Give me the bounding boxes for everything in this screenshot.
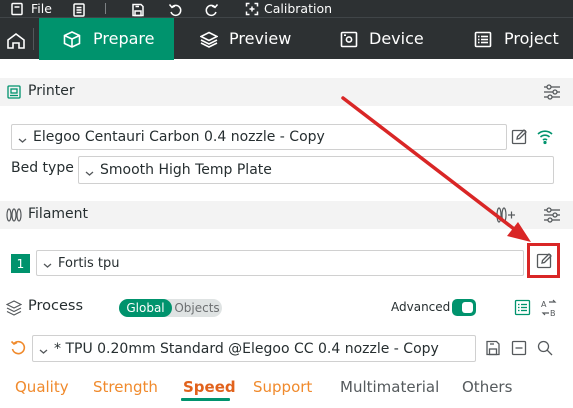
printer-section-header: Printer xyxy=(0,78,573,106)
process-preset-value: * TPU 0.20mm Standard @Elegoo CC 0.4 noz… xyxy=(54,340,439,357)
tab-prepare[interactable]: Prepare xyxy=(39,18,174,60)
menu-bar: File Calibration xyxy=(0,0,573,17)
process-preset-select[interactable]: * TPU 0.20mm Standard @Elegoo CC 0.4 noz… xyxy=(32,335,476,362)
project-icon xyxy=(474,31,492,52)
list-icon[interactable] xyxy=(514,299,531,320)
tab-support[interactable]: Support xyxy=(253,378,312,396)
compare-icon[interactable]: AB xyxy=(540,299,558,321)
file-menu-label: File xyxy=(31,1,52,16)
advanced-toggle[interactable] xyxy=(452,299,476,316)
process-section-title: Process xyxy=(28,298,84,314)
printer-select[interactable]: Elegoo Centauri Carbon 0.4 nozzle - Copy xyxy=(11,124,507,150)
active-tab-underline xyxy=(181,398,230,401)
printer-icon xyxy=(7,85,21,103)
notes-icon[interactable] xyxy=(72,1,86,18)
process-section-header: Process xyxy=(0,294,573,322)
chevron-down-icon xyxy=(18,133,27,143)
tab-strength[interactable]: Strength xyxy=(93,378,158,396)
calibration-menu[interactable]: Calibration xyxy=(245,0,332,17)
advanced-label: Advanced xyxy=(391,300,451,314)
cube-icon xyxy=(63,31,81,52)
bed-type-value: Smooth High Temp Plate xyxy=(100,162,272,178)
filament-slot-badge[interactable]: 1 xyxy=(11,254,30,273)
tab-preview[interactable]: Preview xyxy=(190,18,300,60)
filament-section-title: Filament xyxy=(28,206,89,222)
scope-switch[interactable]: Global Objects xyxy=(119,299,222,317)
filament-icon xyxy=(6,208,22,226)
tab-device-label: Device xyxy=(369,29,424,48)
chevron-down-icon xyxy=(85,166,94,176)
bed-type-select[interactable]: Smooth High Temp Plate xyxy=(78,156,554,184)
undo-icon[interactable] xyxy=(168,1,182,18)
process-icon xyxy=(5,300,23,320)
svg-text:A: A xyxy=(541,300,547,309)
save-icon[interactable] xyxy=(131,1,145,18)
redo-icon[interactable] xyxy=(205,1,219,18)
filament-section-header: Filament xyxy=(0,201,573,229)
tab-quality[interactable]: Quality xyxy=(15,378,69,396)
home-icon[interactable] xyxy=(6,32,26,54)
file-menu[interactable]: File xyxy=(10,0,52,17)
search-icon[interactable] xyxy=(537,340,553,360)
tab-others[interactable]: Others xyxy=(462,378,512,396)
filament-select-value: Fortis tpu xyxy=(58,255,120,271)
tune-icon[interactable] xyxy=(543,83,561,105)
filament-select[interactable]: Fortis tpu xyxy=(36,250,524,276)
tab-prepare-label: Prepare xyxy=(93,29,155,48)
scope-objects[interactable]: Objects xyxy=(172,299,222,317)
edit-icon[interactable] xyxy=(511,128,528,149)
calibration-icon xyxy=(245,2,259,16)
printer-section-title: Printer xyxy=(28,83,75,99)
chevron-down-icon xyxy=(43,259,52,268)
svg-text:B: B xyxy=(550,309,556,317)
tab-speed[interactable]: Speed xyxy=(183,378,236,396)
tab-preview-label: Preview xyxy=(229,29,292,48)
tune-icon[interactable] xyxy=(543,206,561,228)
wifi-icon[interactable] xyxy=(536,127,554,149)
scope-global[interactable]: Global xyxy=(119,299,172,317)
tab-divider xyxy=(33,28,34,50)
tab-multimaterial[interactable]: Multimaterial xyxy=(340,378,439,396)
add-filament-icon[interactable] xyxy=(496,206,516,228)
calibration-label: Calibration xyxy=(264,1,333,16)
layers-icon xyxy=(199,31,219,52)
tab-project-label: Project xyxy=(504,29,559,48)
device-icon xyxy=(340,31,358,52)
reset-icon[interactable] xyxy=(10,340,26,360)
main-tab-bar: Prepare Preview Device Project xyxy=(0,17,573,60)
tab-device[interactable]: Device xyxy=(330,18,440,60)
printer-select-value: Elegoo Centauri Carbon 0.4 nozzle - Copy xyxy=(33,129,325,145)
save-icon[interactable] xyxy=(485,340,501,360)
highlight-box xyxy=(527,243,560,278)
chevron-down-icon xyxy=(39,344,48,354)
tab-project[interactable]: Project xyxy=(465,18,573,60)
menu-divider xyxy=(105,3,106,14)
delete-icon[interactable] xyxy=(511,340,527,360)
file-icon xyxy=(10,2,24,16)
bed-type-label: Bed type xyxy=(11,160,74,176)
